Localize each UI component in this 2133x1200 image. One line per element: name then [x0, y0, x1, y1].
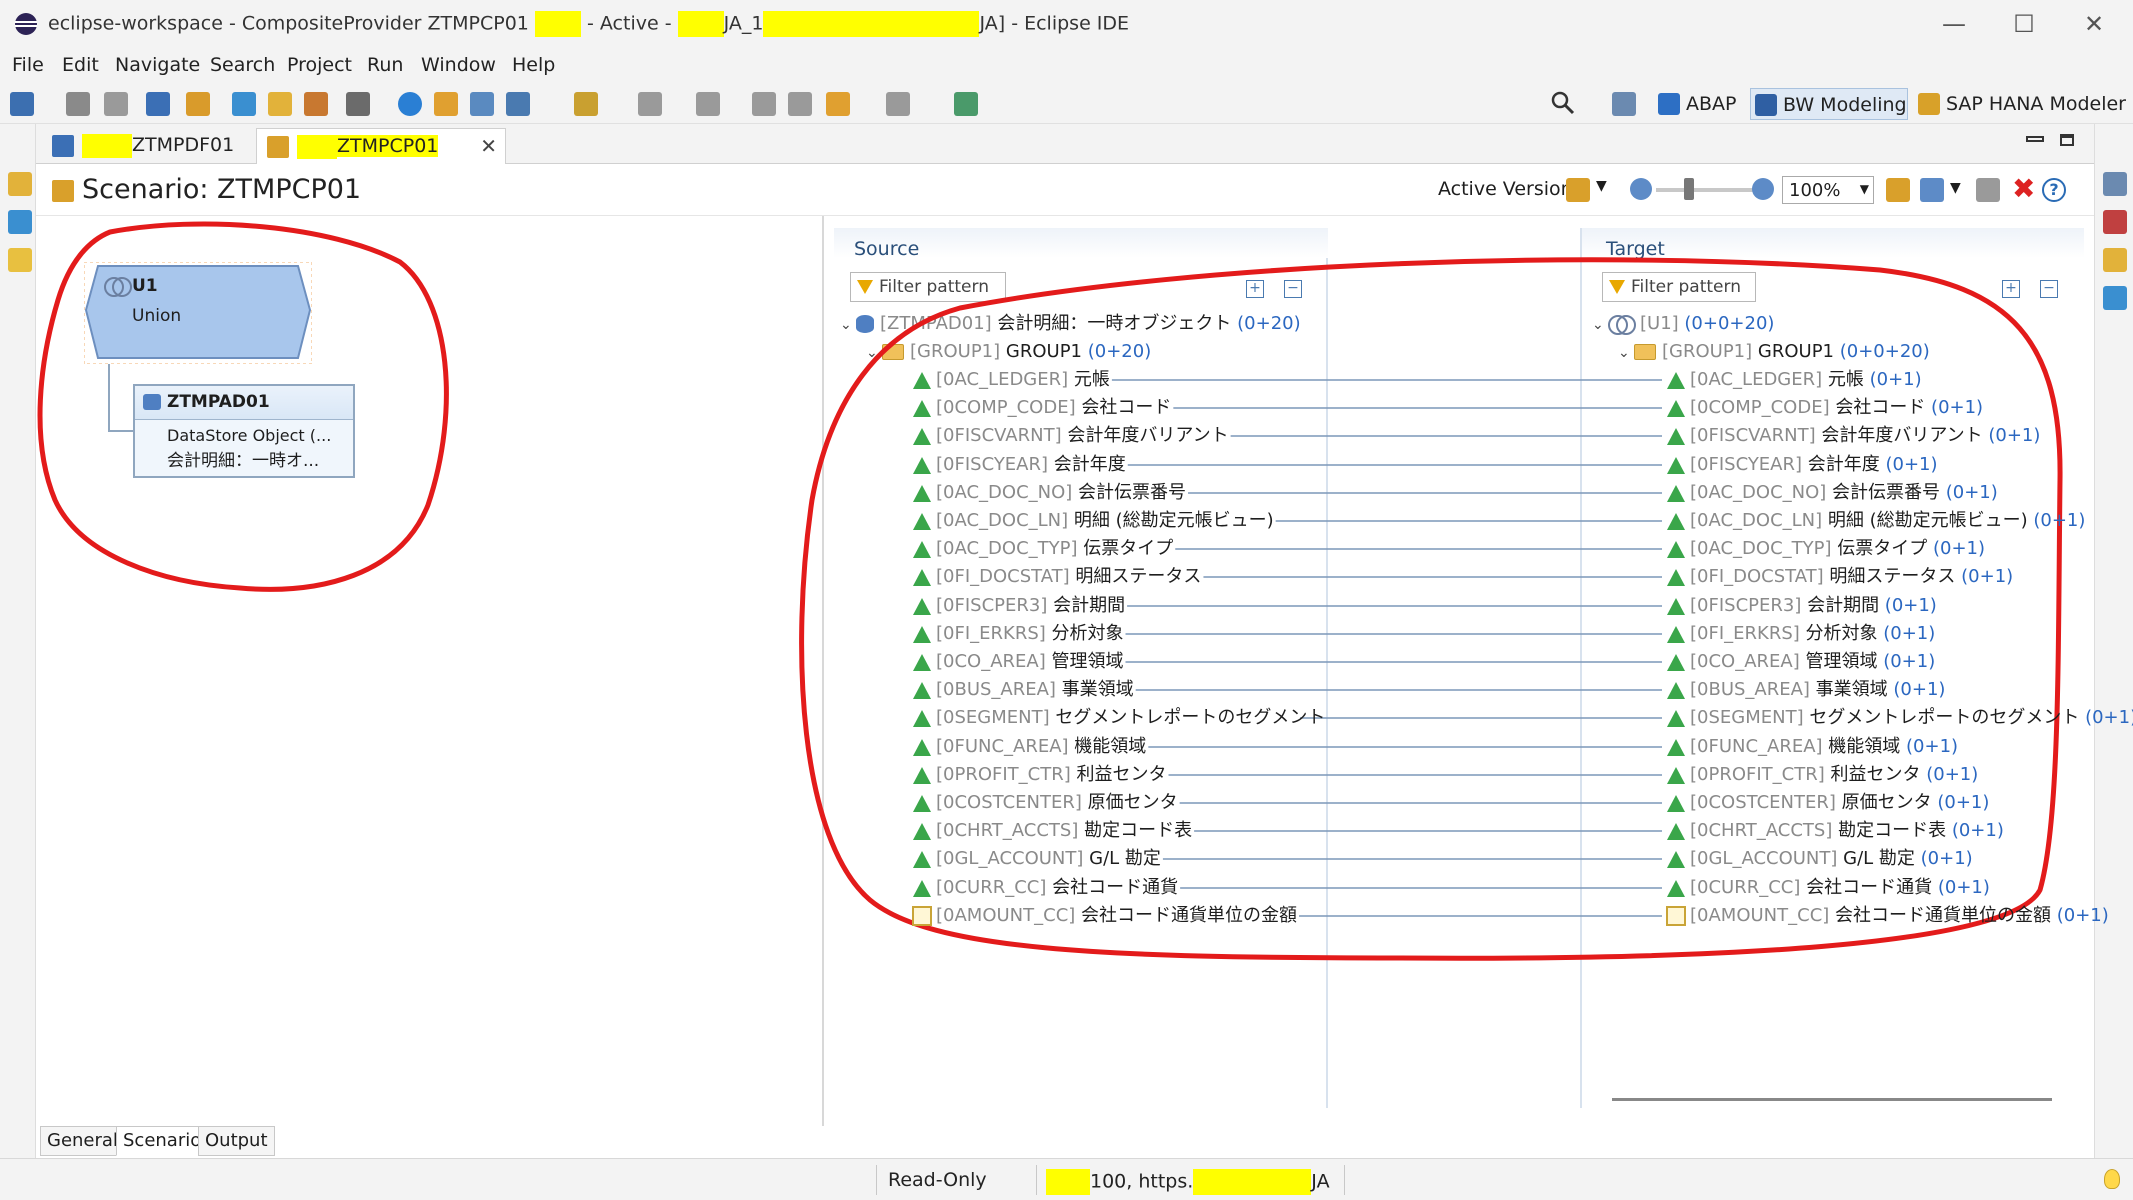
characteristic-icon: [912, 567, 932, 587]
target-field-row[interactable]: [0CURR_CC] 会社コード通貨 (0+1): [1666, 874, 1990, 902]
tip-lightbulb-icon[interactable]: [2104, 1169, 2120, 1189]
target-field-row[interactable]: [0FISCVARNT] 会計年度バリアント (0+1): [1666, 422, 2040, 450]
characteristic-icon: [912, 849, 932, 869]
characteristic-icon: [1666, 737, 1686, 757]
characteristic-icon: [912, 483, 932, 503]
divider: [1344, 1165, 1345, 1195]
target-field-row[interactable]: [0PROFIT_CTR] 利益センタ (0+1): [1666, 761, 1978, 789]
divider: [876, 1165, 877, 1195]
characteristic-icon: [912, 539, 932, 559]
source-field-row[interactable]: [0AC_DOC_LN] 明細 (総勘定元帳ビュー): [912, 507, 1274, 535]
target-field-row[interactable]: [0FI_ERKRS] 分析対象 (0+1): [1666, 620, 1935, 648]
target-field-row[interactable]: [0CO_AREA] 管理領域 (0+1): [1666, 648, 1935, 676]
characteristic-icon: [912, 793, 932, 813]
characteristic-icon: [1666, 483, 1686, 503]
characteristic-icon: [1666, 511, 1686, 531]
characteristic-icon: [1666, 708, 1686, 728]
characteristic-icon: [1666, 624, 1686, 644]
source-field-row[interactable]: [0BUS_AREA] 事業領域: [912, 676, 1134, 704]
readonly-status: Read-Only: [888, 1169, 987, 1191]
source-field-row[interactable]: [0AMOUNT_CC] 会社コード通貨単位の金額: [912, 902, 1297, 930]
status-bar: Read-Only 100, https. JA: [0, 1158, 2133, 1200]
source-field-row[interactable]: [0AC_DOC_NO] 会計伝票番号: [912, 479, 1186, 507]
characteristic-icon: [912, 511, 932, 531]
target-field-row[interactable]: [0CHRT_ACCTS] 勘定コード表 (0+1): [1666, 817, 2004, 845]
characteristic-icon: [1666, 370, 1686, 390]
source-field-row[interactable]: [0COMP_CODE] 会社コード: [912, 394, 1171, 422]
characteristic-icon: [912, 737, 932, 757]
source-field-row[interactable]: [0SEGMENT] セグメントレポートのセグメント: [912, 704, 1325, 732]
target-field-row[interactable]: [0COSTCENTER] 原価センタ (0+1): [1666, 789, 1989, 817]
tab-general[interactable]: General: [40, 1126, 125, 1156]
tab-scenario[interactable]: Scenario: [116, 1126, 209, 1156]
characteristic-icon: [912, 652, 932, 672]
source-field-row[interactable]: [0PROFIT_CTR] 利益センタ: [912, 761, 1167, 789]
target-field-row[interactable]: [0SEGMENT] セグメントレポートのセグメント (0+1): [1666, 704, 2133, 732]
target-field-row[interactable]: [0AMOUNT_CC] 会社コード通貨単位の金額 (0+1): [1666, 902, 2109, 930]
characteristic-icon: [1666, 652, 1686, 672]
currency-icon: [912, 878, 932, 898]
source-field-row[interactable]: [0CHRT_ACCTS] 勘定コード表: [912, 817, 1192, 845]
source-field-row[interactable]: [0CURR_CC] 会社コード通貨: [912, 874, 1178, 902]
characteristic-icon: [912, 370, 932, 390]
editor-page-tabs: General Scenario Output: [38, 1126, 823, 1158]
source-field-row[interactable]: [0AC_LEDGER] 元帳: [912, 366, 1110, 394]
connection-status: 100, https. JA: [1046, 1169, 1330, 1195]
source-field-row[interactable]: [0FISCPER3] 会計期間: [912, 592, 1125, 620]
time-characteristic-icon: [1666, 596, 1686, 616]
target-field-row[interactable]: [0BUS_AREA] 事業領域 (0+1): [1666, 676, 1945, 704]
time-characteristic-icon: [1666, 455, 1686, 475]
source-field-row[interactable]: [0FISCVARNT] 会計年度バリアント: [912, 422, 1229, 450]
source-field-row[interactable]: [0FUNC_AREA] 機能領域: [912, 733, 1146, 761]
source-field-row[interactable]: [0FI_DOCSTAT] 明細ステータス: [912, 563, 1201, 591]
characteristic-icon: [912, 765, 932, 785]
time-characteristic-icon: [912, 426, 932, 446]
target-field-row[interactable]: [0AC_DOC_NO] 会計伝票番号 (0+1): [1666, 479, 1998, 507]
target-field-row[interactable]: [0COMP_CODE] 会社コード (0+1): [1666, 394, 1983, 422]
time-characteristic-icon: [912, 455, 932, 475]
source-field-row[interactable]: [0GL_ACCOUNT] G/L 勘定: [912, 845, 1161, 873]
characteristic-icon: [912, 708, 932, 728]
source-field-row[interactable]: [0AC_DOC_TYP] 伝票タイプ: [912, 535, 1173, 563]
target-field-row[interactable]: [0FI_DOCSTAT] 明細ステータス (0+1): [1666, 563, 2013, 591]
source-field-row[interactable]: [0COSTCENTER] 原価センタ: [912, 789, 1178, 817]
measure-icon: [1666, 906, 1686, 926]
target-field-row[interactable]: [0FISCYEAR] 会計年度 (0+1): [1666, 451, 1938, 479]
redacted-block: [1193, 1169, 1312, 1195]
tab-output[interactable]: Output: [198, 1126, 275, 1156]
characteristic-icon: [1666, 793, 1686, 813]
time-characteristic-icon: [1666, 426, 1686, 446]
characteristic-icon: [1666, 539, 1686, 559]
measure-icon: [912, 906, 932, 926]
target-scrollbar[interactable]: [1612, 1098, 2052, 1101]
target-field-row[interactable]: [0GL_ACCOUNT] G/L 勘定 (0+1): [1666, 845, 1973, 873]
source-field-row[interactable]: [0FI_ERKRS] 分析対象: [912, 620, 1124, 648]
characteristic-icon: [912, 398, 932, 418]
target-field-row[interactable]: [0AC_LEDGER] 元帳 (0+1): [1666, 366, 1922, 394]
source-field-row[interactable]: [0FISCYEAR] 会計年度: [912, 451, 1126, 479]
characteristic-icon: [912, 624, 932, 644]
characteristic-icon: [912, 680, 932, 700]
characteristic-icon: [1666, 765, 1686, 785]
target-field-row[interactable]: [0FISCPER3] 会計期間 (0+1): [1666, 592, 1937, 620]
target-field-row[interactable]: [0AC_DOC_TYP] 伝票タイプ (0+1): [1666, 535, 1985, 563]
source-field-row[interactable]: [0CO_AREA] 管理領域: [912, 648, 1123, 676]
redacted-block: [1046, 1169, 1090, 1195]
target-field-row[interactable]: [0FUNC_AREA] 機能領域 (0+1): [1666, 733, 1958, 761]
characteristic-icon: [1666, 567, 1686, 587]
characteristic-icon: [912, 821, 932, 841]
characteristic-icon: [1666, 821, 1686, 841]
characteristic-icon: [1666, 849, 1686, 869]
target-field-row[interactable]: [0AC_DOC_LN] 明細 (総勘定元帳ビュー) (0+1): [1666, 507, 2085, 535]
currency-icon: [1666, 878, 1686, 898]
characteristic-icon: [1666, 680, 1686, 700]
divider: [1036, 1165, 1037, 1195]
time-characteristic-icon: [912, 596, 932, 616]
characteristic-icon: [1666, 398, 1686, 418]
